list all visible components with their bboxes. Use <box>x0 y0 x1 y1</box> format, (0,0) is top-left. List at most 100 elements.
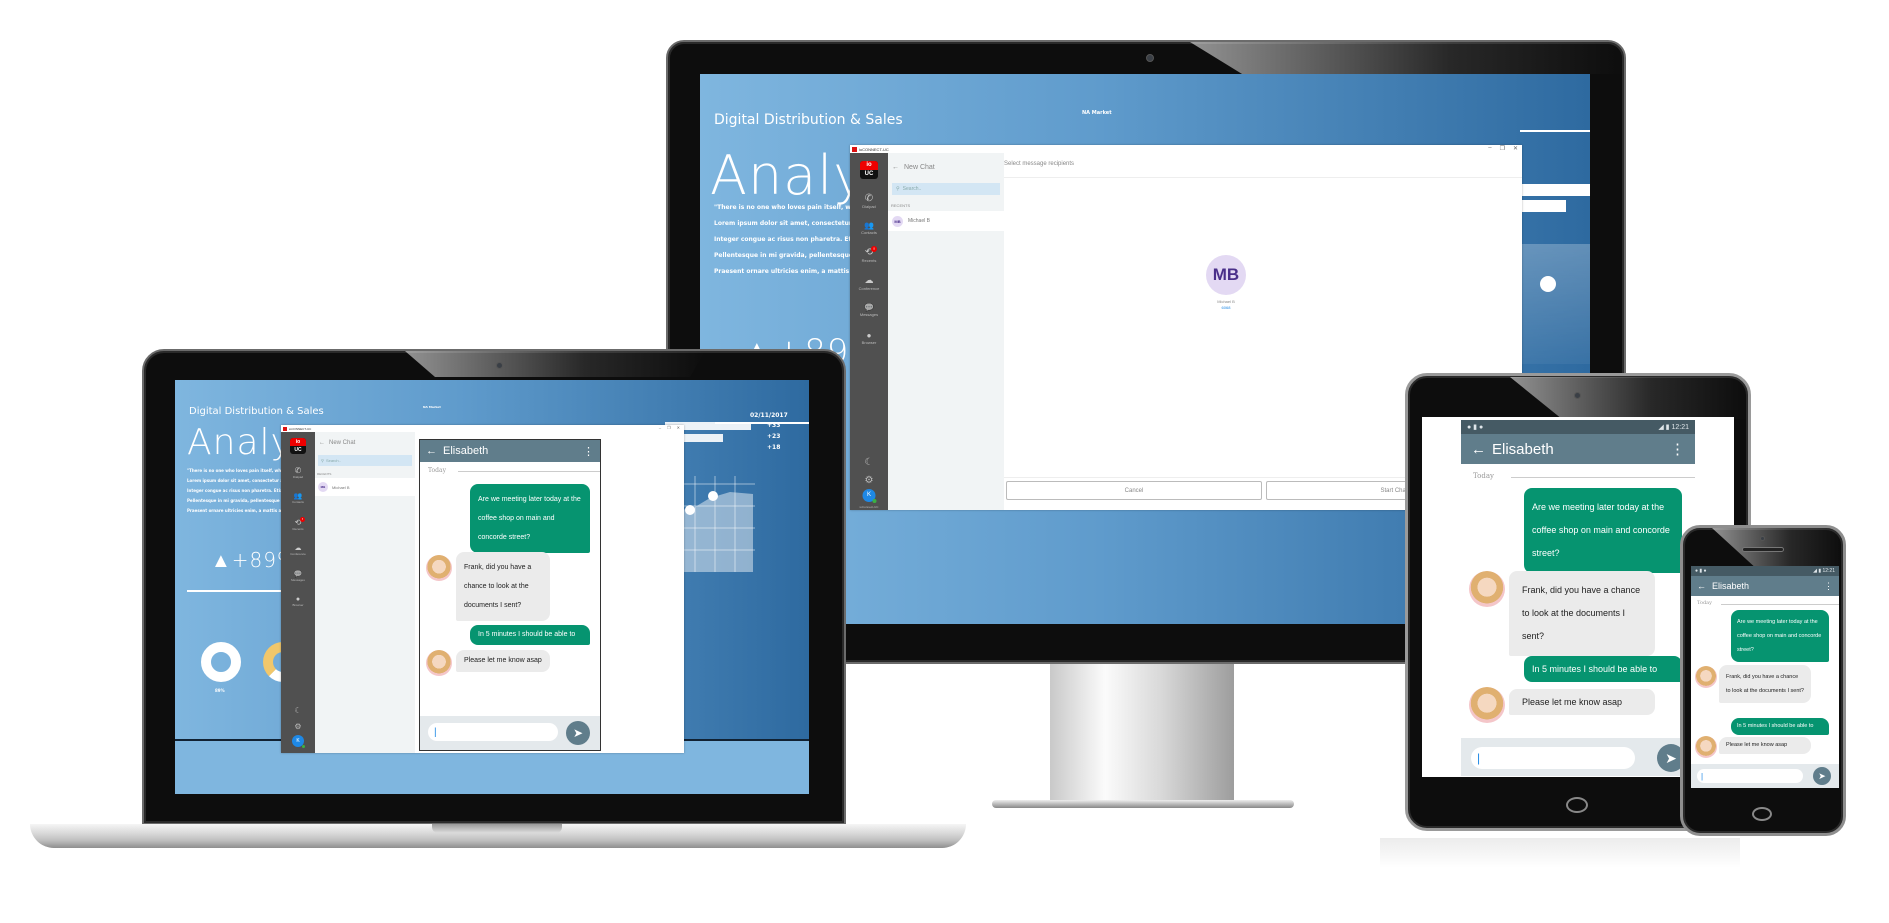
search-icon: ⚲ <box>321 458 324 463</box>
recents-icon: ⟲ <box>294 518 302 527</box>
message-input[interactable] <box>428 723 558 741</box>
recipients-heading: Select message recipients <box>1004 161 1075 167</box>
contact-avatar <box>1469 571 1505 607</box>
message-incoming: Frank, did you have a chance to look at … <box>456 552 550 621</box>
night-mode-toggle[interactable]: ☾ <box>850 457 888 468</box>
selected-recipient-avatar: MB <box>1206 255 1246 295</box>
phone-icon: ✆ <box>864 193 874 204</box>
close-button[interactable]: ✕ <box>677 425 680 430</box>
growth-rule <box>187 590 287 592</box>
chat-contact-name: Elisabeth <box>1712 581 1750 591</box>
sidebar-item-recents[interactable]: ⟲ Recents ! <box>850 246 888 263</box>
avatar: MB <box>318 482 328 492</box>
day-separator-label: Today <box>1697 600 1712 606</box>
laptop-camera <box>496 362 503 369</box>
back-arrow-icon[interactable]: ← <box>892 164 899 171</box>
monitor-camera <box>1146 54 1154 62</box>
date-label: 02/11/2017 <box>750 412 788 419</box>
contact-item-michael-b[interactable]: MB Michael B <box>315 478 415 496</box>
search-input[interactable]: ⚲ Search.. <box>318 455 412 466</box>
back-arrow-icon[interactable]: ← <box>319 440 325 446</box>
user-avatar[interactable]: K <box>862 489 877 503</box>
minimize-button[interactable]: – <box>659 425 661 430</box>
message-outgoing: In 5 minutes I should be able to <box>1524 656 1682 682</box>
sidebar-item-conference[interactable]: ☁ Conference <box>281 544 315 556</box>
sidebar-item-dialpad[interactable]: ✆ Dialpad <box>281 466 315 479</box>
sidebar-item-contacts[interactable]: 👥 Contacts <box>850 221 888 235</box>
sidebar-item-messages[interactable]: 💬 Messages <box>850 303 888 317</box>
recents-heading: RECENTS <box>317 472 332 476</box>
back-arrow-icon[interactable]: ← <box>1697 581 1706 591</box>
recents-badge: ! <box>871 246 877 252</box>
moon-icon: ☾ <box>294 706 302 715</box>
cancel-button[interactable]: Cancel <box>1006 481 1262 500</box>
avatar: MB <box>892 215 903 227</box>
delta-label: +33 <box>767 422 781 429</box>
settings-button[interactable]: ⚙ <box>281 722 315 731</box>
chart-point <box>685 505 695 515</box>
day-separator-line <box>1511 477 1695 478</box>
sidebar-item-contacts[interactable]: 👥 Contacts <box>281 492 315 504</box>
back-arrow-icon[interactable]: ← <box>1471 441 1486 458</box>
day-separator-label: Today <box>428 467 446 474</box>
window-titlebar: ioCONNECT-UC <box>850 145 1522 153</box>
send-button[interactable]: ➤ <box>566 721 590 745</box>
send-icon: ➤ <box>1665 749 1677 766</box>
more-options-icon[interactable]: ⋮ <box>1824 581 1833 592</box>
selected-recipient-ext: 6068 <box>1221 305 1231 310</box>
contact-avatar <box>426 650 452 676</box>
sidebar-item-messages[interactable]: 💬 Messages <box>281 570 315 582</box>
send-icon: ➤ <box>572 726 584 740</box>
night-mode-toggle[interactable]: ☾ <box>281 706 315 715</box>
message-incoming: Please let me know asap <box>1509 689 1655 715</box>
donut-label: 89% <box>215 688 225 693</box>
chat-window-tablet: ● ▮ ● ◢ ▮ 12:21 ← Elisabeth ⋮ Today Are … <box>1461 420 1695 776</box>
dashboard-subtitle: Digital Distribution & Sales <box>189 406 324 417</box>
chart-point <box>1540 276 1556 292</box>
contacts-icon: 👥 <box>293 493 303 500</box>
tablet-home-button[interactable] <box>1566 797 1588 813</box>
message-input[interactable] <box>1471 747 1635 769</box>
chat-contact-name: Elisabeth <box>1492 440 1554 458</box>
settings-button[interactable]: ⚙ <box>850 475 888 486</box>
user-avatar[interactable]: K <box>292 735 305 748</box>
status-bar: ● ▮ ● ◢ ▮ 12:21 <box>1461 420 1695 434</box>
back-arrow-icon[interactable]: ← <box>426 445 437 457</box>
contact-avatar <box>1695 666 1717 688</box>
delta-label: +23 <box>767 433 781 440</box>
message-incoming: Please let me know asap <box>456 650 550 672</box>
sidebar-item-recents[interactable]: ⟲ Recents ! <box>281 517 315 531</box>
monitor-stand-base <box>992 800 1294 808</box>
sidebar-item-conference[interactable]: ☁ Conference <box>850 275 888 291</box>
gear-icon: ⚙ <box>294 722 302 731</box>
minimize-button[interactable]: – <box>1488 145 1491 152</box>
new-chat-header: ← New Chat <box>888 159 1004 175</box>
more-options-icon[interactable]: ⋮ <box>583 445 594 458</box>
message-input[interactable] <box>1697 769 1803 783</box>
more-options-icon[interactable]: ⋮ <box>1670 440 1685 458</box>
app-logo-icon <box>852 146 857 152</box>
user-label: ioConnect-UC <box>859 505 879 509</box>
conference-icon: ☁ <box>864 275 874 285</box>
phone-home-button[interactable] <box>1752 807 1772 821</box>
browser-icon: ● <box>866 331 872 340</box>
phone-camera <box>1760 536 1765 541</box>
search-input[interactable]: ⚲ Search.. <box>892 183 1000 195</box>
message-outgoing: Are we meeting later today at the coffee… <box>1731 610 1829 662</box>
online-status-icon <box>302 745 305 748</box>
contact-item-michael-b[interactable]: MB Michael B <box>888 211 1004 231</box>
moon-icon: ☾ <box>864 457 874 468</box>
close-button[interactable]: ✕ <box>1513 145 1518 152</box>
maximize-button[interactable]: ❐ <box>667 425 671 430</box>
contact-avatar <box>1695 736 1717 758</box>
sidebar-item-browser[interactable]: ● Browser <box>281 596 315 607</box>
phone-icon: ✆ <box>294 466 302 475</box>
maximize-button[interactable]: ❐ <box>1500 145 1505 152</box>
sidebar-item-browser[interactable]: ● Browser <box>850 331 888 345</box>
send-button[interactable]: ➤ <box>1813 767 1831 785</box>
sidebar-item-dialpad[interactable]: ✆ Dialpad <box>850 193 888 209</box>
area-chart <box>1520 244 1590 364</box>
window-title: ioCONNECT-UC <box>859 146 889 152</box>
search-icon: ⚲ <box>896 186 900 192</box>
app-logo-icon <box>283 426 287 431</box>
